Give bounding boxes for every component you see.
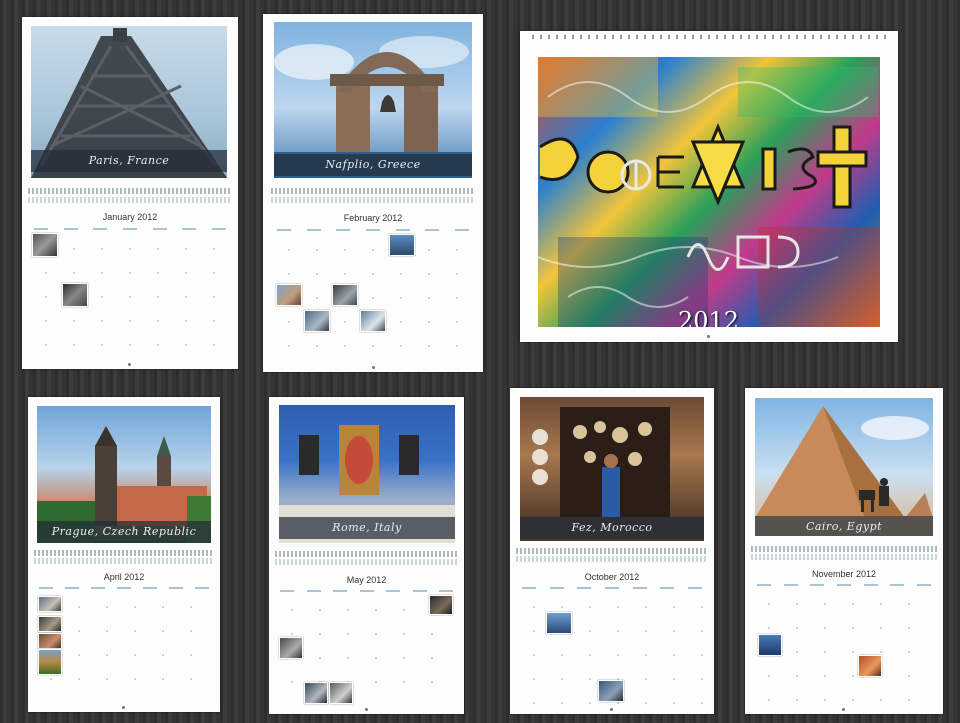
photo-pyramid: Cairo, Egypt (755, 398, 933, 536)
photo-thumbnail[interactable] (598, 680, 624, 702)
photo-caption: Cairo, Egypt (755, 516, 933, 536)
month-title: April 2012 (103, 572, 145, 582)
page-marker (707, 335, 710, 338)
page-marker (128, 363, 131, 366)
calendar-page-may[interactable]: Rome, Italy May 2012 (269, 397, 464, 714)
calendar-cover[interactable]: 2012 (520, 31, 898, 342)
photo-thumbnail[interactable] (38, 616, 62, 632)
calendar-page-october[interactable]: Fez, Morocco October 2012 (510, 388, 714, 714)
month-title: May 2012 (346, 575, 387, 585)
binding-perforation (516, 556, 708, 562)
page-marker (372, 366, 375, 369)
photo-thumbnail[interactable] (279, 637, 303, 659)
binding-perforation (271, 197, 475, 203)
weekday-header (522, 587, 702, 589)
calendar-page-november[interactable]: Cairo, Egypt November 2012 (745, 388, 943, 714)
binding-holes (275, 551, 458, 557)
photo-caption: Prague, Czech Republic (37, 521, 211, 543)
binding-holes (34, 550, 214, 556)
binding-holes (28, 188, 232, 194)
page-marker (610, 708, 613, 711)
photo-thumbnail[interactable] (304, 682, 328, 704)
month-title: October 2012 (584, 572, 640, 582)
cover-year: 2012 (678, 307, 740, 327)
page-marker (122, 706, 125, 709)
day-grid (37, 595, 213, 700)
binding-holes (516, 548, 708, 554)
weekday-header (280, 590, 453, 592)
photo-fez-market: Fez, Morocco (520, 397, 704, 541)
month-title: January 2012 (102, 212, 158, 222)
photo-thumbnail[interactable] (858, 655, 882, 677)
photo-prague: Prague, Czech Republic (37, 406, 211, 543)
binding-holes (751, 546, 937, 552)
graffiti-wall-photo: 2012 (538, 57, 880, 327)
photo-thumbnail[interactable] (276, 284, 302, 306)
photo-thumbnail[interactable] (360, 310, 386, 332)
photo-thumbnail[interactable] (304, 310, 330, 332)
binding-perforation (275, 559, 458, 565)
weekday-header (39, 587, 209, 589)
photo-thumbnail[interactable] (38, 649, 62, 675)
month-title: February 2012 (343, 213, 403, 223)
page-marker (842, 708, 845, 711)
binding-holes (271, 188, 475, 194)
calendar-page-february[interactable]: Nafplio, Greece February 2012 (263, 14, 483, 372)
photo-caption: Rome, Italy (279, 517, 455, 539)
binding-perforation (751, 554, 937, 560)
photo-eiffel-tower: Paris, France (31, 26, 227, 178)
binding-perforation (34, 558, 214, 564)
photo-thumbnail[interactable] (38, 633, 62, 649)
page-marker (365, 708, 368, 711)
photo-thumbnail[interactable] (389, 234, 415, 256)
day-grid (755, 592, 935, 702)
photo-thumbnail[interactable] (758, 634, 782, 656)
month-title: November 2012 (811, 569, 877, 579)
photo-thumbnail[interactable] (332, 284, 358, 306)
photo-thumbnail[interactable] (546, 612, 572, 634)
calendar-page-january[interactable]: Paris, France January 2012 (22, 17, 238, 369)
photo-thumbnail[interactable] (329, 682, 353, 704)
weekday-header (277, 229, 469, 231)
photo-caption: Fez, Morocco (520, 517, 704, 539)
photo-thumbnail[interactable] (62, 283, 88, 307)
calendar-page-april[interactable]: Prague, Czech Republic April 2012 (28, 397, 220, 712)
photo-caption: Paris, France (31, 150, 227, 172)
photo-thumbnail[interactable] (429, 595, 453, 615)
binding-rings (532, 35, 886, 39)
day-grid (275, 238, 473, 358)
photo-thumbnail[interactable] (32, 233, 58, 257)
binding-perforation (28, 197, 232, 203)
coexist-graffiti (538, 57, 880, 327)
photo-rome: Rome, Italy (279, 405, 455, 543)
photo-bell-tower: Nafplio, Greece (274, 22, 472, 178)
weekday-header (34, 228, 226, 230)
photo-caption: Nafplio, Greece (274, 154, 472, 176)
weekday-header (757, 584, 931, 586)
photo-thumbnail[interactable] (38, 596, 62, 612)
